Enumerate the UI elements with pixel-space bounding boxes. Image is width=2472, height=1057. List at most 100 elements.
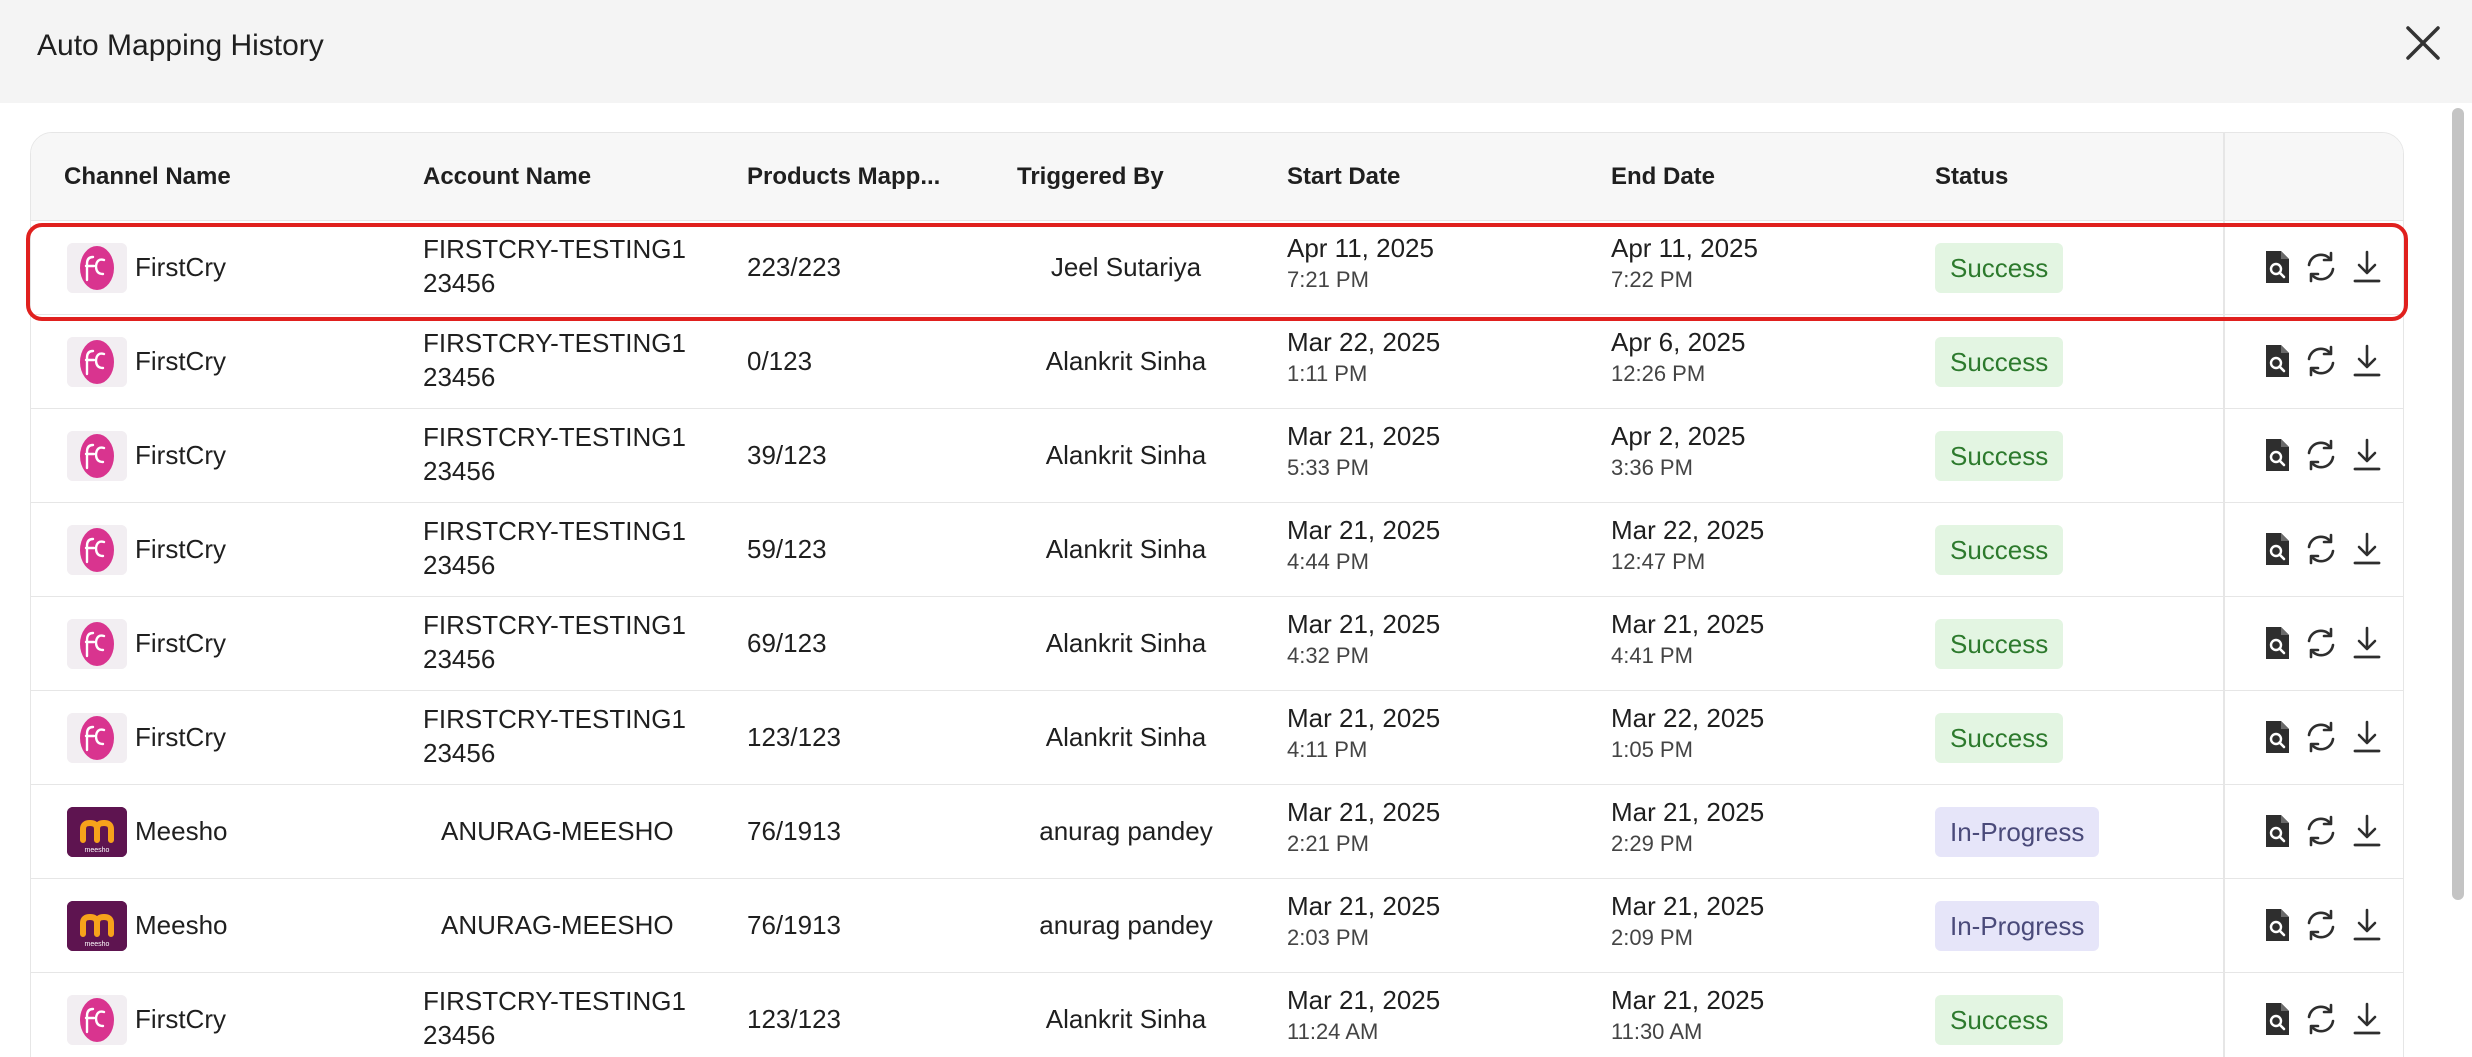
column-header-channel[interactable]: Channel Name [64, 161, 231, 193]
start-date: Mar 21, 2025 2:03 PM [1287, 891, 1441, 950]
triggered-by: Jeel Sutariya [1050, 252, 1202, 282]
column-header-triggered[interactable]: Triggered By [1017, 161, 1164, 193]
view-report-button[interactable] [2259, 812, 2295, 850]
download-button[interactable] [2349, 436, 2385, 474]
refresh-icon [2303, 721, 2339, 760]
start-date: Mar 22, 2025 1:11 PM [1287, 327, 1441, 386]
products-mapped: 69/123 [747, 628, 827, 658]
view-report-button[interactable] [2259, 1000, 2295, 1038]
status-badge: Success [1935, 995, 2064, 1045]
view-report-button[interactable] [2259, 436, 2295, 474]
download-button[interactable] [2349, 906, 2385, 944]
download-button[interactable] [2349, 812, 2385, 850]
channel-name: FirstCry [135, 534, 226, 564]
download-button[interactable] [2349, 530, 2385, 568]
retry-button[interactable] [2303, 1000, 2339, 1038]
view-report-button[interactable] [2259, 624, 2295, 662]
view-report-button[interactable] [2259, 906, 2295, 944]
download-icon [2349, 532, 2385, 572]
download-icon [2349, 250, 2385, 290]
meesho-logo: meesho [67, 901, 127, 951]
products-mapped: 123/123 [747, 1004, 841, 1034]
view-report-button[interactable] [2259, 248, 2295, 286]
svg-text:meesho: meesho [85, 941, 110, 948]
history-table: Channel Name Account Name Products Mapp.… [30, 132, 2404, 1057]
scrollbar[interactable] [2452, 108, 2464, 900]
download-icon [2349, 908, 2385, 948]
channel-name: FirstCry [135, 440, 226, 470]
account-name: ANURAG-MEESHO [441, 816, 674, 846]
status-badge: Success [1935, 713, 2064, 763]
table-row[interactable]: meesho Meesho ANURAG-MEESHO 76/1913 anurag p… [31, 879, 2403, 973]
column-header-products[interactable]: Products Mapp... [747, 161, 940, 193]
column-header-end[interactable]: End Date [1611, 161, 1715, 193]
channel-name: Meesho [135, 816, 228, 846]
end-date: Apr 6, 2025 12:26 PM [1611, 327, 1746, 386]
table-row[interactable]: FirstCry FIRSTCRY-TESTING1 23456 69/123 Alan… [31, 597, 2403, 691]
triggered-by: Alankrit Sinha [1045, 534, 1207, 564]
view-report-button[interactable] [2259, 342, 2295, 380]
account-name: FIRSTCRY-TESTING1 23456 [423, 704, 686, 768]
view-report-button[interactable] [2259, 718, 2295, 756]
download-icon [2349, 438, 2385, 478]
view-report-icon [2259, 815, 2295, 854]
close-button[interactable] [2400, 20, 2446, 66]
view-report-icon [2259, 439, 2295, 478]
refresh-icon [2303, 439, 2339, 478]
download-button[interactable] [2349, 1000, 2385, 1038]
download-icon [2349, 814, 2385, 854]
download-button[interactable] [2349, 718, 2385, 756]
retry-button[interactable] [2303, 530, 2339, 568]
retry-button[interactable] [2303, 342, 2339, 380]
products-mapped: 59/123 [747, 534, 827, 564]
firstcry-logo [67, 431, 127, 481]
status-badge: Success [1935, 525, 2064, 575]
triggered-by: anurag pandey [1039, 910, 1213, 940]
refresh-icon [2303, 627, 2339, 666]
table-row[interactable]: meesho Meesho ANURAG-MEESHO 76/1913 anurag p… [31, 785, 2403, 879]
view-report-icon [2259, 251, 2295, 290]
products-mapped: 39/123 [747, 440, 827, 470]
firstcry-logo [67, 995, 127, 1045]
status-badge: Success [1935, 619, 2064, 669]
retry-button[interactable] [2303, 906, 2339, 944]
download-button[interactable] [2349, 248, 2385, 286]
download-button[interactable] [2349, 624, 2385, 662]
view-report-icon [2259, 533, 2295, 572]
view-report-icon [2259, 721, 2295, 760]
dialog-title: Auto Mapping History [37, 29, 324, 62]
products-mapped: 76/1913 [747, 816, 841, 846]
channel-name: FirstCry [135, 252, 226, 282]
channel-name: FirstCry [135, 628, 226, 658]
table-row[interactable]: FirstCry FIRSTCRY-TESTING1 23456 59/123 Alan… [31, 503, 2403, 597]
table-row[interactable]: FirstCry FIRSTCRY-TESTING1 23456 39/123 Alan… [31, 409, 2403, 503]
view-report-button[interactable] [2259, 530, 2295, 568]
table-row[interactable]: FirstCry FIRSTCRY-TESTING1 23456 123/123 Ala… [31, 973, 2403, 1057]
download-button[interactable] [2349, 342, 2385, 380]
channel-name: FirstCry [135, 1004, 226, 1034]
table-header: Channel Name Account Name Products Mapp.… [31, 133, 2403, 221]
download-icon [2349, 626, 2385, 666]
account-name: FIRSTCRY-TESTING1 23456 [423, 986, 686, 1050]
table-row[interactable]: FirstCry FIRSTCRY-TESTING1 23456 0/123 Alank… [31, 315, 2403, 409]
status-badge: In-Progress [1935, 901, 2100, 951]
retry-button[interactable] [2303, 812, 2339, 850]
column-header-status[interactable]: Status [1935, 161, 2008, 193]
auto-mapping-history-dialog: Auto Mapping History Channel Name Accoun… [0, 0, 2472, 1057]
end-date: Mar 21, 2025 4:41 PM [1611, 609, 1765, 668]
column-header-start[interactable]: Start Date [1287, 161, 1400, 193]
products-mapped: 0/123 [747, 346, 813, 376]
triggered-by: anurag pandey [1039, 816, 1213, 846]
retry-button[interactable] [2303, 436, 2339, 474]
retry-button[interactable] [2303, 624, 2339, 662]
retry-button[interactable] [2303, 248, 2339, 286]
refresh-icon [2303, 909, 2339, 948]
refresh-icon [2303, 533, 2339, 572]
start-date: Apr 11, 2025 7:21 PM [1287, 233, 1434, 292]
column-header-account[interactable]: Account Name [423, 161, 591, 193]
table-row[interactable]: FirstCry FIRSTCRY-TESTING1 23456 223/223 Jee… [31, 221, 2403, 315]
start-date: Mar 21, 2025 4:32 PM [1287, 609, 1441, 668]
table-row[interactable]: FirstCry FIRSTCRY-TESTING1 23456 123/123 Ala… [31, 691, 2403, 785]
end-date: Mar 22, 2025 1:05 PM [1611, 703, 1765, 762]
retry-button[interactable] [2303, 718, 2339, 756]
